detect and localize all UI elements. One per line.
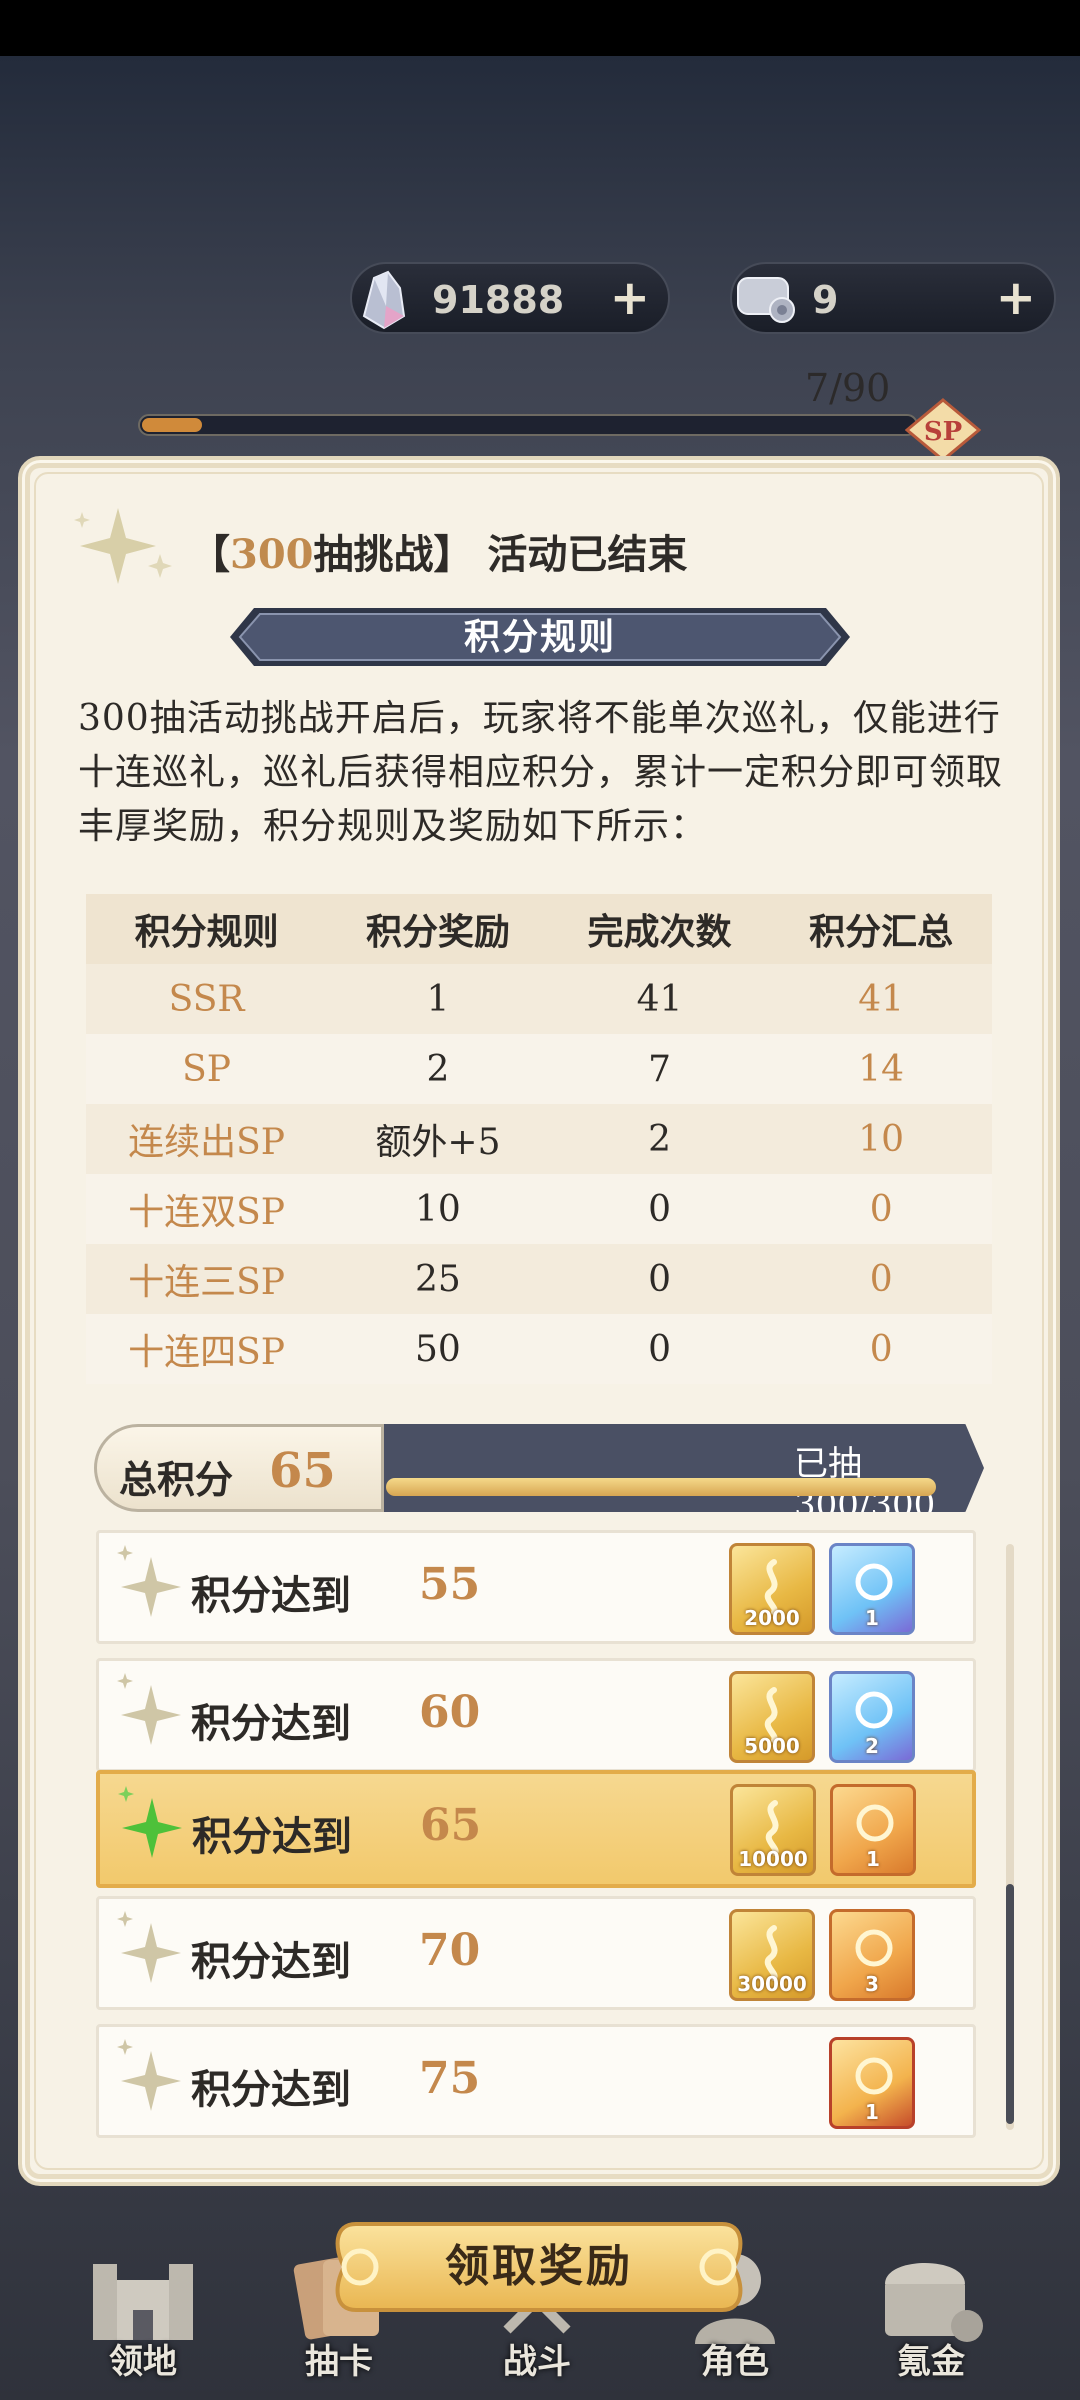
rule-points: 25 — [327, 1244, 549, 1314]
rule-points: 10 — [327, 1174, 549, 1244]
nav-territory[interactable]: 领地 — [68, 2240, 218, 2383]
rule-count: 2 — [548, 1104, 771, 1174]
milestone-scrollbar[interactable] — [1006, 1544, 1014, 2130]
rule-points: 50 — [327, 1314, 549, 1384]
milestone-value: 65 — [420, 1800, 482, 1851]
table-header: 积分奖励 — [327, 894, 549, 964]
ticket-amount: 9 — [812, 278, 839, 322]
rule-name: SSR — [86, 964, 328, 1034]
milestone-label: 积分达到 — [191, 1700, 351, 1747]
table-header-row: 积分规则 积分奖励 完成次数 积分汇总 — [86, 894, 992, 964]
table-row: 十连双SP 10 0 0 — [86, 1174, 992, 1244]
event-title: 【300抽挑战】 活动已结束 — [190, 531, 688, 578]
table-header: 积分规则 — [86, 894, 328, 964]
claim-reward-button[interactable]: 领取奖励 — [326, 2218, 752, 2316]
rule-count: 0 — [548, 1174, 771, 1244]
rule-count: 7 — [548, 1034, 771, 1104]
table-row: SP 2 7 14 — [86, 1034, 992, 1104]
table-row: 十连四SP 50 0 0 — [86, 1314, 992, 1384]
milestone-row-65[interactable]: 积分达到 65 10000 1 — [96, 1770, 976, 1888]
rule-total: 0 — [770, 1174, 992, 1244]
rule-total: 14 — [770, 1034, 992, 1104]
table-row: 十连三SP 25 0 0 — [86, 1244, 992, 1314]
coin-card-icon[interactable]: 10000 — [730, 1784, 816, 1876]
pity-counter: 7/90 — [805, 366, 891, 410]
rule-name: 十连双SP — [86, 1174, 328, 1244]
sparkle-icon — [74, 508, 172, 584]
scroll-ticket-icon — [737, 277, 795, 323]
rule-points: 2 — [327, 1034, 549, 1104]
section-banner-title: 积分规则 — [463, 616, 616, 658]
ticket-currency: 9 + — [730, 262, 1056, 334]
coin-card-icon[interactable]: 30000 — [729, 1909, 815, 2001]
milestone-value: 55 — [419, 1559, 481, 1610]
rules-description: 300抽活动挑战开启后，玩家将不能单次巡礼，仅能进行十连巡礼，巡礼后获得相应积分… — [78, 698, 1004, 847]
rule-points: 额外+5 — [327, 1104, 549, 1174]
rule-total: 0 — [770, 1314, 992, 1384]
rule-name: 十连四SP — [86, 1314, 328, 1384]
milestone-row-75[interactable]: 积分达到 75 1 — [96, 2024, 976, 2138]
ticket-card-icon[interactable]: 1 — [829, 2037, 915, 2129]
svg-text:SP: SP — [924, 417, 962, 447]
rule-total: 10 — [770, 1104, 992, 1174]
crystal-icon — [362, 270, 406, 330]
coin-card-icon[interactable]: 2000 — [729, 1543, 815, 1635]
milestone-row-70[interactable]: 积分达到 70 30000 3 — [96, 1896, 976, 2010]
milestone-label: 积分达到 — [192, 1813, 352, 1860]
milestone-label: 积分达到 — [191, 1572, 351, 1619]
total-points-label: 总积分 — [119, 1457, 234, 1502]
coin-card-icon[interactable]: 5000 — [729, 1671, 815, 1763]
ticket-card-icon[interactable]: 3 — [829, 1909, 915, 2001]
rule-total: 41 — [770, 964, 992, 1034]
milestone-row-60[interactable]: 积分达到 60 5000 2 — [96, 1658, 976, 1772]
add-ticket-button[interactable]: + — [996, 270, 1036, 326]
rule-points: 1 — [327, 964, 549, 1034]
sp-badge-icon: SP — [905, 398, 981, 462]
points-rules-table: 积分规则 积分奖励 完成次数 积分汇总 SSR 1 41 41 SP 2 7 1… — [86, 894, 992, 1384]
rule-total: 0 — [770, 1244, 992, 1314]
ticket-card-icon[interactable]: 1 — [829, 1543, 915, 1635]
table-header: 积分汇总 — [770, 894, 992, 964]
status-bar — [0, 0, 1080, 56]
table-row: 连续出SP 额外+5 2 10 — [86, 1104, 992, 1174]
rule-name: SP — [86, 1034, 328, 1104]
ticket-card-icon[interactable]: 1 — [830, 1784, 916, 1876]
rule-count: 0 — [548, 1314, 771, 1384]
pity-progress-bar — [138, 414, 918, 436]
crystal-amount: 91888 — [432, 278, 565, 322]
table-header: 完成次数 — [548, 894, 771, 964]
rule-count: 41 — [548, 964, 771, 1034]
milestone-label: 积分达到 — [191, 1938, 351, 1985]
table-row: SSR 1 41 41 — [86, 964, 992, 1034]
milestone-row-55[interactable]: 积分达到 55 2000 1 — [96, 1530, 976, 1644]
rule-name: 十连三SP — [86, 1244, 328, 1314]
total-points-bar: 已抽300/300 总积分 65 — [94, 1424, 984, 1512]
rule-name: 连续出SP — [86, 1104, 328, 1174]
milestone-value: 60 — [419, 1687, 481, 1738]
draw-progress-fill — [386, 1478, 936, 1496]
add-crystal-button[interactable]: + — [610, 270, 650, 326]
milestone-value: 75 — [419, 2053, 481, 2104]
crystal-currency: 91888 + — [350, 262, 670, 334]
milestone-value: 70 — [419, 1925, 481, 1976]
rule-count: 0 — [548, 1244, 771, 1314]
ticket-card-icon[interactable]: 2 — [829, 1671, 915, 1763]
total-points-value: 65 — [269, 1443, 336, 1499]
milestone-label: 积分达到 — [191, 2066, 351, 2113]
nav-shop[interactable]: 氪金 — [856, 2240, 1006, 2383]
